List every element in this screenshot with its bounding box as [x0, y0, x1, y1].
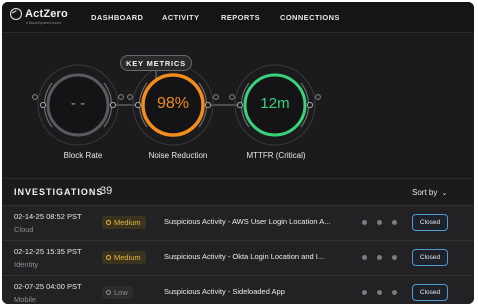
dot-icon [392, 220, 397, 225]
severity-dot-icon [106, 290, 111, 295]
investigation-row[interactable]: 02-07-25 04:00 PST Mobile Low Suspicious… [2, 275, 474, 304]
row-date: 02-12-25 15:35 PST [14, 247, 82, 256]
sort-by-label: Sort by [412, 188, 438, 197]
mttfr-label: MTTFR (Critical) [246, 151, 306, 160]
severity-label: Low [114, 288, 128, 297]
status-closed-button[interactable]: Closed [412, 214, 448, 231]
dot-icon [392, 290, 397, 295]
brand-logo[interactable]: ActZero [10, 8, 68, 20]
row-date: 02-14-25 08:52 PST [14, 212, 82, 221]
row-source: Identity [14, 260, 39, 269]
chevron-down-icon: ⌄ [441, 190, 448, 197]
severity-label: Medium [114, 218, 141, 227]
row-title[interactable]: Suspicious Activity - AWS User Login Loc… [164, 217, 330, 226]
key-metrics-title: KEY METRICS [120, 55, 192, 71]
progress-dots [362, 290, 397, 295]
app-window: ActZero a BlackSquared brand DASHBOARD A… [2, 2, 474, 304]
severity-label: Medium [114, 253, 141, 262]
progress-dots [362, 255, 397, 260]
dot-icon [377, 290, 382, 295]
severity-badge: Medium [102, 251, 146, 264]
progress-dots [362, 220, 397, 225]
investigations-title: INVESTIGATIONS [14, 187, 104, 197]
dot-icon [362, 290, 367, 295]
key-metrics-panel: KEY METRICS - - 98% 12m Block Rate Noise… [2, 33, 474, 173]
dot-icon [377, 220, 382, 225]
nav-reports[interactable]: REPORTS [221, 13, 260, 22]
severity-dot-icon [106, 220, 111, 225]
nav-activity[interactable]: ACTIVITY [162, 13, 199, 22]
row-source: Mobile [14, 295, 37, 304]
dot-icon [377, 255, 382, 260]
block-rate-label: Block Rate [63, 151, 103, 160]
status-closed-button[interactable]: Closed [412, 249, 448, 266]
sort-by-button[interactable]: Sort by ⌄ [412, 188, 447, 197]
severity-dot-icon [106, 255, 111, 260]
logo-icon [10, 8, 22, 20]
investigation-row[interactable]: 02-14-25 08:52 PST Cloud Medium Suspicio… [2, 205, 474, 240]
severity-badge: Low [102, 286, 133, 299]
row-title[interactable]: Suspicious Activity - Okta Login Locatio… [164, 252, 324, 261]
brand-name: ActZero [25, 8, 68, 20]
dot-icon [362, 220, 367, 225]
mttfr-value: 12m [260, 95, 290, 112]
row-title[interactable]: Suspicious Activity - Sideloaded App [164, 287, 285, 296]
top-nav: ActZero a BlackSquared brand DASHBOARD A… [2, 2, 474, 33]
block-rate-value: - - [70, 95, 86, 112]
status-closed-button[interactable]: Closed [412, 284, 448, 301]
severity-badge: Medium [102, 216, 146, 229]
nav-dashboard[interactable]: DASHBOARD [91, 13, 143, 22]
dot-icon [362, 255, 367, 260]
row-date: 02-07-25 04:00 PST [14, 282, 82, 291]
investigation-row[interactable]: 02-12-25 15:35 PST Identity Medium Suspi… [2, 240, 474, 275]
investigations-count: 39 [100, 185, 113, 197]
nav-connections[interactable]: CONNECTIONS [280, 13, 340, 22]
investigations-header: INVESTIGATIONS 39 Sort by ⌄ [2, 178, 474, 205]
row-source: Cloud [14, 225, 34, 234]
brand-tagline: a BlackSquared brand [26, 21, 61, 25]
dot-icon [392, 255, 397, 260]
noise-reduction-label: Noise Reduction [148, 151, 208, 160]
noise-reduction-value: 98% [156, 95, 190, 112]
